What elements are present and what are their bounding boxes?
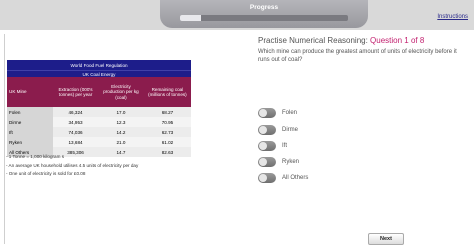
remaining-cell: 61.02 [143,137,191,147]
column-header: Electricity production per kg (coal) [98,77,144,107]
answer-label: Ryken [282,158,300,165]
answer-label: Ift [282,142,288,149]
extraction-cell: 74,036 [53,127,99,137]
toggle-knob [259,125,267,134]
question-number: Question 1 of 8 [370,36,425,45]
answer-label: Dirme [282,126,298,133]
column-header: UK Mine [7,77,53,107]
table-notes: - 1 Tonne = 1,000 kilogram s - An averag… [6,153,206,179]
answer-option-dirme[interactable]: Dirme [258,124,298,135]
answer-option-ryken[interactable]: Ryken [258,156,299,167]
column-header: Remaining coal (millions of tonnes) [143,77,191,107]
progress-bar-fill [180,15,201,21]
electricity-cell: 17.0 [98,107,144,117]
answer-option-all-others[interactable]: All Others [258,172,308,183]
note-line: - One unit of electricity is sold for £0… [6,171,86,176]
table-row: Folen 46,324 17.0 68.27 [7,107,191,117]
electricity-cell: 14.2 [98,127,144,137]
answer-option-folen[interactable]: Folen [258,107,297,118]
extraction-cell: 34,953 [53,117,99,127]
question-text: Which mine can produce the greatest amou… [258,49,457,63]
extraction-cell: 46,324 [53,107,99,117]
answer-toggle[interactable] [258,107,276,118]
left-divider [4,34,5,244]
toggle-knob [259,173,267,182]
extraction-cell: 13,684 [53,137,99,147]
progress-label: Progress [249,4,279,11]
question-prefix: Practise Numerical Reasoning: [258,36,371,45]
toggle-knob [259,141,267,150]
note-line: - An average UK household utilises 4.5 u… [6,162,139,168]
remaining-cell: 62.73 [143,127,191,137]
answer-label: Folen [282,109,298,116]
electricity-cell: 21.0 [98,137,144,147]
progress-bar [180,15,348,21]
top-bar: Progress Instructions [0,0,474,30]
toggle-knob [259,108,267,117]
next-button[interactable]: Next [368,233,404,245]
answer-toggle[interactable] [258,140,276,151]
answer-label: All Others [282,174,309,181]
progress-panel: Progress [160,0,368,28]
table-title: World Food Fuel Regulation [7,60,191,71]
answer-toggle[interactable] [258,124,276,135]
mine-name-cell: Dirme [7,117,53,127]
mine-name-cell: Folen [7,107,53,117]
table-row: Dirme 34,953 12.3 70.95 [7,117,191,127]
note-line: - 1 Tonne = 1,000 kilogram s [6,154,65,159]
electricity-cell: 12.3 [98,117,144,127]
remaining-cell: 68.27 [143,107,191,117]
coal-energy-table: World Food Fuel Regulation UK Coal Energ… [7,60,191,157]
answer-toggle[interactable] [258,156,276,167]
answer-option-ift[interactable]: Ift [258,140,287,151]
toggle-knob [259,157,267,166]
table-row: Ift 74,036 14.2 62.73 [7,127,191,137]
instructions-link[interactable]: Instructions [437,14,468,20]
table-row: Ryken 13,684 21.0 61.02 [7,137,191,147]
mine-name-cell: Ryken [7,137,53,147]
question-heading: Practise Numerical Reasoning: Question 1… [258,36,424,45]
mine-name-cell: Ift [7,127,53,137]
answer-toggle[interactable] [258,172,276,183]
table-header-row: UK Mine Extraction (000's tonnes) per ye… [7,77,191,107]
column-header: Extraction (000's tonnes) per year [53,77,99,107]
remaining-cell: 70.95 [143,117,191,127]
